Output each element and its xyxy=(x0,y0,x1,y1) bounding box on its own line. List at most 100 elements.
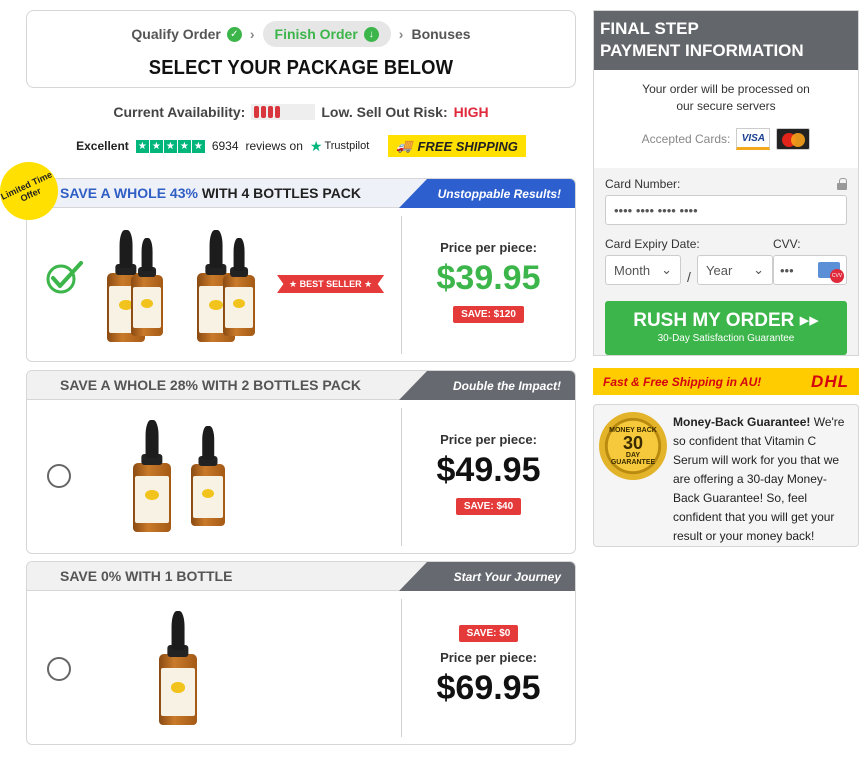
seal-bottom-text: GUARANTEE xyxy=(610,458,656,466)
arrow-down-circle-icon: ↓ xyxy=(363,26,379,42)
package-radio[interactable] xyxy=(47,657,71,681)
truck-icon: 🚚 xyxy=(396,138,413,153)
star-icon: ★ xyxy=(177,139,191,153)
package-option-1-bottle[interactable]: SAVE 0% WITH 1 BOTTLE Start Your Journey… xyxy=(26,561,576,745)
package-option-4-bottles[interactable]: SAVE A WHOLE 43% WITH 4 BOTTLES PACK Uns… xyxy=(26,178,576,362)
month-value: Month xyxy=(614,262,651,278)
secure-text: Your order will be processed on xyxy=(642,82,810,96)
package-tag: Double the Impact! xyxy=(399,371,575,400)
expiry-label: Card Expiry Date: xyxy=(605,237,700,251)
trustpilot-star-icon: ★ xyxy=(309,137,323,154)
trustpilot-logo: ★ Trustpilot xyxy=(310,138,369,155)
card-number-input[interactable]: •••• •••• •••• •••• xyxy=(605,195,847,225)
chevron-down-icon: ⌄ xyxy=(753,262,764,277)
price-column: Price per piece: $39.95 SAVE: $120 xyxy=(402,240,575,323)
meter-bar xyxy=(254,106,260,118)
trustpilot-rating-row: Excellent ★ ★ ★ ★ ★ 6934 reviews on ★ Tr… xyxy=(26,134,576,158)
payment-title-line2: PAYMENT INFORMATION xyxy=(600,41,804,60)
availability-meter xyxy=(251,104,316,120)
accepted-cards: Accepted Cards: VISA xyxy=(594,128,858,150)
payment-panel: FINAL STEP PAYMENT INFORMATION Your orde… xyxy=(593,10,859,356)
expiry-group: Card Expiry Date: Month ⌄ / Year ⌄ xyxy=(605,237,773,285)
expiry-separator: / xyxy=(687,269,691,285)
step-bonuses: Bonuses xyxy=(411,26,470,42)
cvv-input[interactable]: ••• xyxy=(773,255,847,285)
chevron-down-icon: ⌄ xyxy=(661,262,672,277)
save-badge: SAVE: $120 xyxy=(453,306,524,323)
meter-bar xyxy=(268,106,274,118)
meter-bar xyxy=(261,106,267,118)
dhl-logo: DHL xyxy=(811,371,849,391)
price-value: $49.95 xyxy=(436,451,541,489)
package-body: SAVE: $0 Price per piece: $69.95 xyxy=(27,591,575,744)
step-label: Qualify Order xyxy=(131,26,221,42)
price-column: Price per piece: $49.95 SAVE: $40 xyxy=(402,432,575,515)
secure-info: Your order will be processed on our secu… xyxy=(594,70,858,168)
price-label: Price per piece: xyxy=(440,432,537,447)
guarantee-body: We're so confident that Vitamin C Serum … xyxy=(673,415,845,543)
cvv-label: CVV: xyxy=(773,237,801,251)
card-number-label-row: Card Number: xyxy=(605,177,847,191)
product-bottle-image xyxy=(223,238,255,336)
payment-form: Card Number: •••• •••• •••• •••• Card Ex… xyxy=(594,168,858,364)
expiry-year-select[interactable]: Year ⌄ xyxy=(697,255,773,285)
product-bottle-image xyxy=(131,238,163,336)
package-header: SAVE A WHOLE 28% WITH 2 BOTTLES PACK Dou… xyxy=(27,371,575,400)
best-seller-badge: ★ BEST SELLER ★ xyxy=(277,275,385,293)
package-title: SAVE A WHOLE 28% WITH 2 BOTTLES PACK xyxy=(60,377,362,393)
package-title-highlight: SAVE A WHOLE 43% xyxy=(60,185,198,201)
seal-day-text: DAY xyxy=(625,451,641,459)
expiry-cvv-row: Card Expiry Date: Month ⌄ / Year ⌄ CVV: xyxy=(605,237,847,285)
availability-row: Current Availability: Low. Sell Out Risk… xyxy=(26,102,576,122)
step-label: Finish Order xyxy=(274,26,358,42)
rush-my-order-button[interactable]: RUSH MY ORDER ▸▸ 30-Day Satisfaction Gua… xyxy=(605,301,847,355)
package-header: SAVE 0% WITH 1 BOTTLE Start Your Journey xyxy=(27,562,575,591)
package-body: ★ BEST SELLER ★ Price per piece: $39.95 … xyxy=(27,208,575,361)
package-radio[interactable] xyxy=(47,464,71,488)
secure-text: our secure servers xyxy=(676,99,776,113)
guarantee-heading: Money-Back Guarantee! xyxy=(673,415,811,429)
package-title: SAVE 0% WITH 1 BOTTLE xyxy=(60,568,233,584)
price-value: $39.95 xyxy=(436,259,541,297)
product-bottle-image xyxy=(159,611,197,725)
star-icon: ★ xyxy=(191,139,205,153)
save-badge: SAVE: $0 xyxy=(458,625,519,642)
page-title: SELECT YOUR PACKAGE BELOW xyxy=(148,57,454,79)
price-value: $69.95 xyxy=(436,669,541,707)
checkmark-icon xyxy=(46,261,83,294)
rating-stars: ★ ★ ★ ★ ★ xyxy=(135,139,205,153)
progress-steps: Qualify Order ✓ › Finish Order ↓ › Bonus… xyxy=(27,21,575,47)
trustpilot-brand: Trustpilot xyxy=(324,140,370,152)
availability-status: Low. Sell Out Risk: xyxy=(321,104,448,120)
star-icon: ★ xyxy=(163,139,177,153)
price-column: SAVE: $0 Price per piece: $69.95 xyxy=(402,623,575,708)
rush-button-label: RUSH MY ORDER ▸▸ xyxy=(633,310,819,331)
product-bottle-image xyxy=(133,420,171,532)
cvv-placeholder: ••• xyxy=(780,262,794,278)
mastercard-icon xyxy=(776,128,811,150)
guarantee-text: Money-Back Guarantee! We're so confident… xyxy=(673,413,852,546)
meter-bar xyxy=(275,106,281,118)
visa-card-icon: VISA xyxy=(736,128,771,150)
chevron-right-icon: › xyxy=(398,26,404,42)
price-label: Price per piece: xyxy=(440,240,537,255)
check-circle-icon: ✓ xyxy=(226,26,242,42)
card-number-label: Card Number: xyxy=(605,177,681,191)
year-value: Year xyxy=(706,262,733,278)
expiry-month-select[interactable]: Month ⌄ xyxy=(605,255,681,285)
risk-level: HIGH xyxy=(453,104,489,120)
package-option-2-bottles[interactable]: SAVE A WHOLE 28% WITH 2 BOTTLES PACK Dou… xyxy=(26,370,576,554)
shipping-text: Fast & Free Shipping in AU! xyxy=(603,374,762,389)
lock-icon xyxy=(837,178,847,190)
package-tag: Start Your Journey xyxy=(399,562,575,591)
expiry-selects: Month ⌄ / Year ⌄ xyxy=(605,251,773,285)
free-shipping-label: FREE SHIPPING xyxy=(417,138,518,154)
rating-label: Excellent xyxy=(76,139,129,153)
package-tag: Unstoppable Results! xyxy=(399,179,575,208)
cvv-card-icon xyxy=(818,262,844,283)
payment-title-line1: FINAL STEP xyxy=(600,19,699,38)
accepted-cards-label: Accepted Cards: xyxy=(641,131,731,146)
cvv-group: CVV: ••• xyxy=(773,237,847,285)
step-qualify-order: Qualify Order ✓ xyxy=(131,26,242,42)
star-icon: ★ xyxy=(135,139,149,153)
